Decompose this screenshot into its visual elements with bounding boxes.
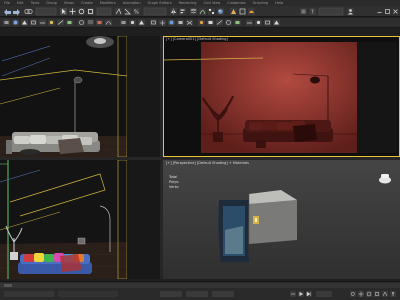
top-left-scene	[0, 36, 160, 157]
layer-icon[interactable]	[190, 8, 197, 15]
ribbon-button[interactable]	[138, 19, 145, 26]
curve-editor-icon[interactable]	[199, 8, 206, 15]
main-toolbar-icons: % ?	[4, 7, 399, 16]
redo-icon[interactable]	[13, 9, 20, 16]
bottom-left-scene	[0, 160, 160, 279]
ribbon-button[interactable]	[78, 19, 85, 26]
ribbon-button[interactable]	[273, 19, 280, 26]
orbit-icon[interactable]	[366, 291, 372, 297]
ribbon-button[interactable]	[207, 19, 214, 26]
ribbon-icons	[3, 19, 280, 26]
viewport-top-left[interactable]	[0, 36, 160, 157]
next-frame-icon[interactable]	[306, 291, 312, 297]
prompt-line	[58, 291, 118, 297]
ribbon-button[interactable]	[129, 19, 136, 26]
coord-y-field[interactable]	[186, 291, 208, 297]
select-icon[interactable]	[60, 8, 67, 15]
status-bar	[0, 281, 400, 300]
ribbon-button[interactable]	[48, 19, 55, 26]
mirror-icon[interactable]	[170, 8, 177, 15]
status-bar-controls	[0, 282, 400, 300]
play-icon[interactable]	[298, 291, 304, 297]
main-toolbar: % ?	[0, 6, 400, 17]
sign-in-icon[interactable]	[347, 8, 354, 15]
undo-icon[interactable]	[4, 9, 11, 16]
render-icon[interactable]	[248, 8, 255, 15]
ribbon-button[interactable]	[198, 19, 205, 26]
ribbon-button[interactable]	[225, 19, 232, 26]
maximize-viewport-icon[interactable]	[374, 291, 380, 297]
percent-snap-icon[interactable]: %	[133, 8, 140, 16]
walkthrough-icon[interactable]	[390, 291, 396, 297]
ribbon-button[interactable]	[255, 19, 262, 26]
ribbon-button[interactable]	[168, 19, 175, 26]
zoom-icon[interactable]	[350, 291, 356, 297]
svg-text:?: ?	[311, 10, 314, 16]
ribbon-button[interactable]	[87, 19, 94, 26]
close-icon[interactable]	[392, 8, 399, 15]
ribbon-button[interactable]	[246, 19, 253, 26]
fov-icon[interactable]	[382, 291, 388, 297]
workspace-dropdown[interactable]	[318, 7, 344, 16]
move-icon[interactable]	[69, 8, 76, 15]
ribbon-button[interactable]	[264, 19, 271, 26]
viewport-bottom-left[interactable]	[0, 160, 160, 279]
ribbon-button[interactable]	[3, 19, 10, 26]
coord-z-field[interactable]	[212, 291, 234, 297]
viewport-area: [+] [Camera001] [Default Shading] Total …	[0, 36, 400, 279]
pan-icon[interactable]	[358, 291, 364, 297]
stats-polys: Polys:	[169, 180, 179, 184]
coord-x-field[interactable]	[160, 291, 182, 297]
material-editor-icon[interactable]	[217, 8, 224, 15]
rendered-frame-icon[interactable]	[239, 8, 246, 15]
schematic-view-icon[interactable]	[208, 8, 215, 15]
ribbon-button[interactable]	[234, 19, 241, 26]
bottom-right-scene: Total Polys: Verts:	[163, 160, 400, 279]
render-setup-icon[interactable]	[230, 8, 237, 15]
top-right-scene	[163, 36, 400, 157]
named-selection-dropdown[interactable]	[143, 7, 167, 16]
ribbon-button[interactable]	[120, 19, 127, 26]
svg-text:%: %	[134, 10, 139, 16]
viewport-top-right[interactable]: [+] [Camera001] [Default Shading]	[163, 36, 400, 157]
scale-icon[interactable]	[87, 8, 94, 15]
maximize-icon[interactable]	[384, 8, 391, 15]
angle-snap-icon[interactable]	[124, 8, 131, 15]
ribbon-button[interactable]	[66, 19, 73, 26]
minimize-icon[interactable]	[376, 8, 383, 15]
ribbon-button[interactable]	[30, 19, 37, 26]
reference-coordinate-dropdown[interactable]	[96, 7, 112, 16]
selection-status	[4, 291, 54, 297]
help-icon[interactable]: ?	[309, 8, 316, 16]
ribbon-button[interactable]	[96, 19, 103, 26]
rotate-icon[interactable]	[78, 8, 85, 15]
ribbon-button[interactable]	[159, 19, 166, 26]
key-mode-icon[interactable]	[290, 291, 296, 297]
ribbon-button[interactable]	[216, 19, 223, 26]
stats-verts: Verts:	[169, 185, 179, 189]
viewport-label-camera[interactable]: [+] [Camera001] [Default Shading]	[166, 37, 228, 41]
ribbon-toolbar	[0, 18, 400, 28]
ribbon-button[interactable]	[186, 19, 193, 26]
workspace-icon[interactable]	[300, 8, 307, 15]
ribbon-button[interactable]	[150, 19, 157, 26]
stats-total: Total	[168, 175, 177, 179]
link-icon[interactable]	[24, 8, 33, 15]
frame-field[interactable]	[316, 291, 332, 297]
ribbon-button[interactable]	[39, 19, 46, 26]
ribbon-button[interactable]	[12, 19, 19, 26]
viewport-label-perspective[interactable]: [+] [Perspective] [Default Shading] + Ma…	[166, 161, 249, 165]
ribbon-button[interactable]	[177, 19, 184, 26]
viewport-bottom-right[interactable]: Total Polys: Verts: [+] [Perspective] [D…	[163, 160, 400, 279]
align-icon[interactable]	[179, 8, 186, 15]
ribbon-button[interactable]	[21, 19, 28, 26]
time-slider[interactable]	[0, 283, 400, 288]
ribbon-button[interactable]	[57, 19, 64, 26]
selection-filter-dropdown[interactable]	[35, 7, 57, 16]
snap-icon[interactable]	[115, 8, 122, 15]
ribbon-button[interactable]	[105, 19, 112, 26]
